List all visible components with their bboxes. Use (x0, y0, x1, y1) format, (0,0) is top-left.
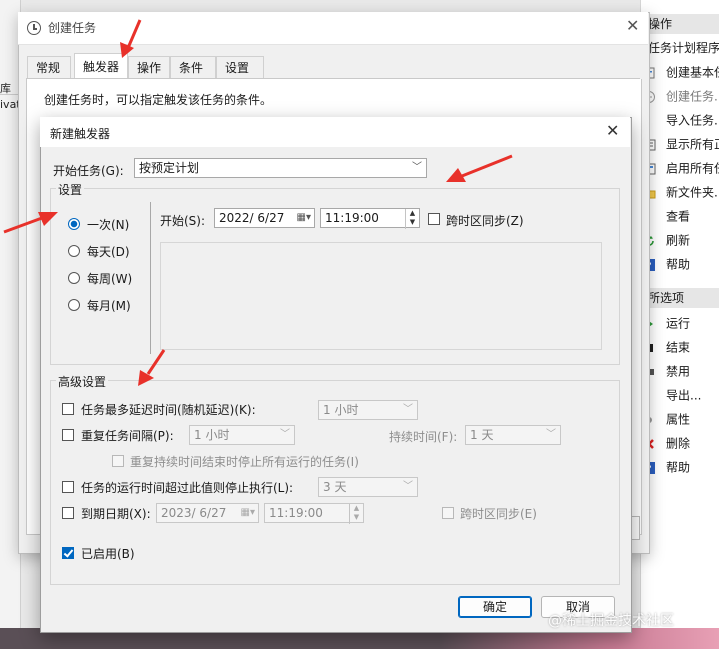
close-icon[interactable]: ✕ (626, 18, 639, 34)
duration-dropdown[interactable]: 1 天 ﹀ (465, 425, 561, 445)
stop-if-longer-checkbox[interactable] (62, 481, 74, 493)
action-disable[interactable]: 禁用 (642, 360, 719, 382)
delay-checkbox[interactable] (62, 403, 74, 415)
action-help-2[interactable]: ?帮助 (642, 456, 719, 478)
tab-settings[interactable]: 设置 (216, 56, 264, 78)
chevron-down-icon: ﹀ (280, 429, 290, 440)
annotation-arrow (120, 19, 142, 58)
repeat-checkbox[interactable] (62, 429, 74, 441)
annotation-arrow (446, 154, 513, 182)
chevron-down-icon: ﹀ (403, 404, 413, 415)
sync-timezone-label[interactable]: 跨时区同步(Z) (446, 212, 524, 229)
calendar-icon: ▦▾ (240, 507, 255, 518)
action-enable-history[interactable]: 启用所有任务历史记录 (642, 157, 719, 179)
delay-dropdown[interactable]: 1 小时 ﹀ (318, 400, 418, 420)
start-time-value: 11:19:00 (325, 211, 379, 225)
stop-if-longer-dropdown[interactable]: 3 天 ﹀ (318, 477, 418, 497)
sync-timezone-checkbox[interactable] (428, 213, 440, 225)
expire-checkbox[interactable] (62, 507, 74, 519)
create-task-title: 创建任务 (48, 21, 97, 35)
duration-label: 持续时间(F): (389, 430, 458, 444)
expire-sync-checkbox[interactable] (442, 507, 454, 519)
actions-panel-header: 操作 (640, 14, 719, 34)
stop-if-longer-label[interactable]: 任务的运行时间超过此值则停止执行(L): (81, 479, 293, 496)
action-show-running[interactable]: 显示所有正在运行的任务 (642, 133, 719, 155)
annotation-arrow (3, 212, 58, 234)
expire-sync-label: 跨时区同步(E) (460, 507, 537, 521)
triggers-description: 创建任务时，可以指定触发该任务的条件。 (44, 93, 273, 107)
time-spinner[interactable]: ▲ ▼ (349, 504, 363, 524)
settings-vertical-divider (150, 202, 151, 354)
clock-icon-hand (33, 28, 37, 30)
expire-date-picker[interactable]: 2023/ 6/27 ▦▾ (156, 503, 259, 523)
new-trigger-title: 新建触发器 (50, 127, 111, 141)
start-label: 开始(S): (160, 214, 206, 228)
actions-section-title[interactable]: 任务计划程序库 (640, 38, 719, 58)
repeat-label[interactable]: 重复任务间隔(P): (81, 427, 174, 444)
begin-task-dropdown[interactable]: 按预定计划 ﹀ (134, 158, 427, 178)
expire-time-field[interactable]: 11:19:00 ▲ ▼ (264, 503, 364, 524)
expire-date-value: 2023/ 6/27 (161, 506, 227, 520)
chevron-down-icon: ﹀ (412, 162, 422, 173)
action-refresh[interactable]: 刷新 (642, 229, 719, 251)
time-spinner[interactable]: ▲ ▼ (405, 209, 419, 229)
chevron-down-icon: ﹀ (546, 429, 556, 440)
enabled-checkbox[interactable] (62, 547, 74, 559)
action-create-task[interactable]: 创建任务... (642, 85, 719, 107)
stop-if-longer-value: 3 天 (323, 480, 347, 494)
radio-daily-label[interactable]: 每天(D) (87, 243, 130, 260)
action-properties[interactable]: 属性 (642, 408, 719, 430)
radio-monthly[interactable] (68, 299, 80, 311)
repeat-interval-dropdown[interactable]: 1 小时 ﹀ (189, 425, 295, 445)
radio-once[interactable] (68, 218, 80, 230)
action-run[interactable]: 运行 (642, 312, 719, 334)
action-delete[interactable]: 删除 (642, 432, 719, 454)
begin-task-label: 开始任务(G): (53, 164, 124, 178)
action-stop[interactable]: 结束 (642, 336, 719, 358)
expire-label[interactable]: 到期日期(X): (81, 505, 151, 522)
delay-value: 1 小时 (323, 403, 359, 417)
start-time-field[interactable]: 11:19:00 ▲ ▼ (320, 208, 420, 229)
radio-once-label[interactable]: 一次(N) (87, 216, 129, 233)
start-date-picker[interactable]: 2022/ 6/27 ▦▾ (214, 208, 315, 228)
radio-daily[interactable] (68, 245, 80, 257)
action-import-task[interactable]: 导入任务... (642, 109, 719, 131)
chevron-down-icon: ﹀ (403, 481, 413, 492)
settings-group-title: 设置 (56, 181, 85, 198)
calendar-icon: ▦▾ (296, 212, 311, 223)
action-create-basic-task[interactable]: 创建基本任务 (642, 61, 719, 83)
duration-value: 1 天 (470, 428, 494, 442)
repeat-interval-value: 1 小时 (194, 428, 230, 442)
delay-label[interactable]: 任务最多延迟时间(随机延迟)(K): (81, 401, 256, 418)
stop-all-label: 重复持续时间结束时停止所有运行的任务(I) (130, 455, 359, 469)
begin-task-value: 按预定计划 (139, 161, 200, 175)
action-new-folder[interactable]: 新文件夹... (642, 181, 719, 203)
start-date-value: 2022/ 6/27 (219, 211, 285, 225)
action-export[interactable]: 导出... (642, 384, 719, 406)
expire-time-value: 11:19:00 (269, 506, 323, 520)
tab-conditions[interactable]: 条件 (170, 56, 216, 78)
annotation-arrow (138, 349, 166, 386)
action-view[interactable]: 查看 (642, 205, 719, 227)
advanced-settings-title: 高级设置 (56, 373, 109, 390)
watermark: @稀土掘金技术社区 (548, 613, 674, 629)
radio-weekly-label[interactable]: 每周(W) (87, 270, 132, 287)
tab-general[interactable]: 常规 (27, 56, 71, 78)
ok-button[interactable]: 确定 (458, 596, 532, 618)
radio-monthly-label[interactable]: 每月(M) (87, 297, 131, 314)
enabled-label[interactable]: 已启用(B) (81, 545, 135, 562)
new-trigger-titlebar (40, 117, 630, 147)
selected-item-section-title: 所选项 (640, 288, 719, 308)
background-row-divider (0, 94, 20, 95)
schedule-details-panel (160, 242, 602, 350)
stop-all-checkbox[interactable] (112, 455, 124, 467)
radio-weekly[interactable] (68, 272, 80, 284)
action-help[interactable]: ?帮助 (642, 253, 719, 275)
close-icon[interactable]: ✕ (606, 122, 619, 140)
